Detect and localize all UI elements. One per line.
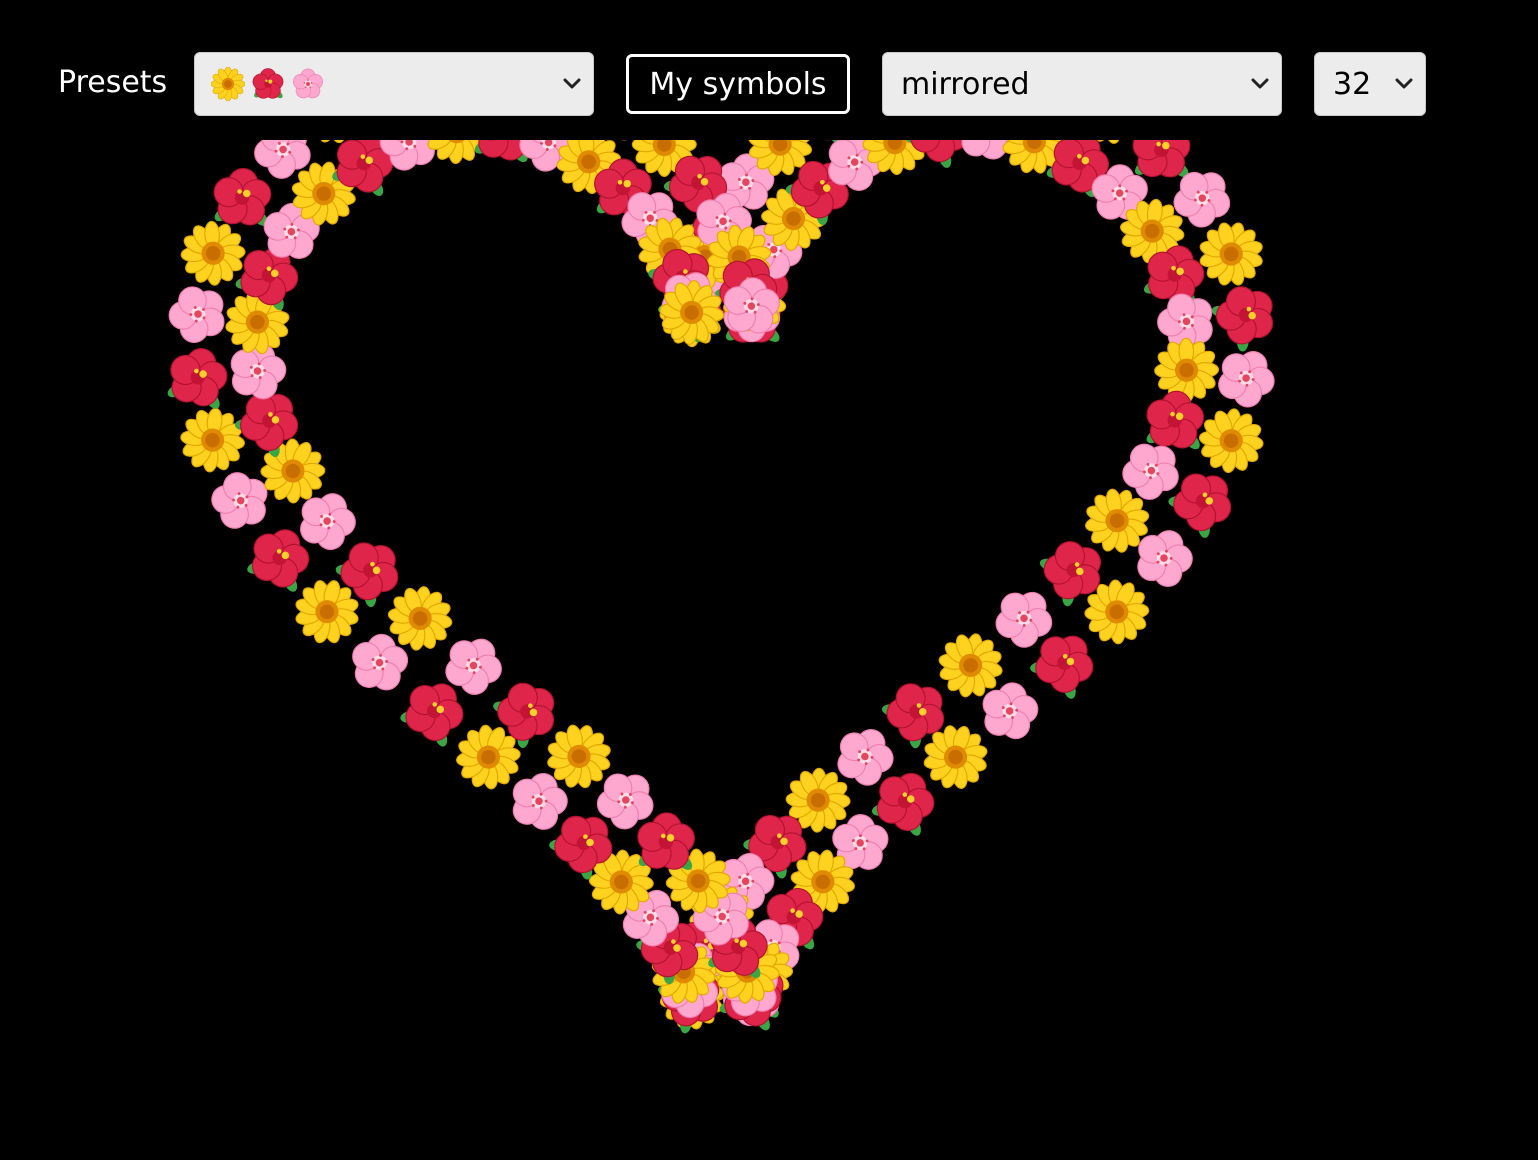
sunflower-icon: [211, 67, 245, 101]
mode-select-value: mirrored: [901, 66, 1030, 102]
hibiscus-icon: [634, 810, 699, 874]
app-page: Presets My symbols mirrored 32: [0, 0, 1538, 1160]
preset-symbols: [195, 67, 325, 101]
presets-label: Presets: [58, 65, 168, 100]
cherry-blossom-icon: [159, 274, 239, 353]
count-select-value: 32: [1333, 66, 1372, 102]
chevron-down-icon: [563, 78, 581, 89]
hibiscus-icon: [252, 68, 285, 101]
chevron-down-icon: [1395, 78, 1413, 89]
heart-flower-layer: [159, 140, 1289, 1040]
hibiscus-icon: [1204, 273, 1289, 358]
presets-select[interactable]: [194, 52, 594, 116]
sunflower-icon: [1195, 404, 1267, 477]
my-symbols-button[interactable]: My symbols: [626, 54, 850, 114]
cherry-blossom-icon: [1208, 339, 1285, 416]
chevron-down-icon: [1251, 78, 1269, 89]
hibiscus-icon: [1131, 140, 1193, 181]
heart-canvas[interactable]: [0, 140, 1538, 1160]
hibiscus-icon: [162, 341, 235, 414]
hibiscus-icon: [210, 165, 276, 231]
sunflower-icon: [167, 394, 258, 486]
count-select[interactable]: 32: [1314, 52, 1426, 116]
cherry-blossom-icon: [292, 68, 324, 99]
toolbar: Presets My symbols mirrored 32: [0, 0, 1538, 140]
mode-select[interactable]: mirrored: [882, 52, 1282, 116]
